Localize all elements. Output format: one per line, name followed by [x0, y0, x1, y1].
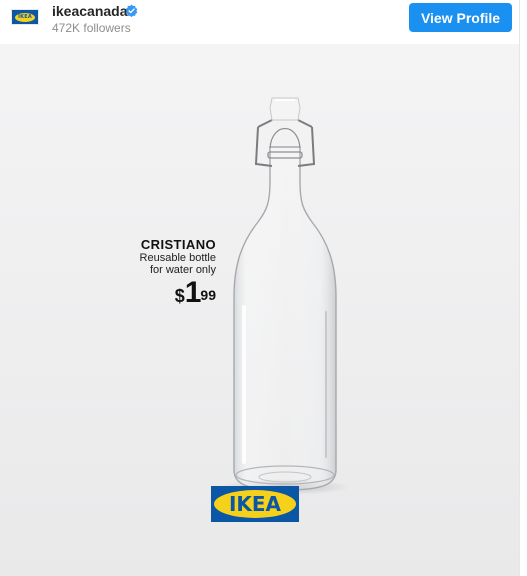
product-name: CRISTIANO — [140, 237, 216, 252]
product-description-line1: Reusable bottle — [139, 252, 216, 264]
price-currency: $ — [174, 286, 185, 306]
avatar-logo-text: IKEA — [18, 14, 32, 20]
follower-count: 472K followers — [52, 21, 131, 35]
product-price: $199 — [120, 276, 216, 312]
product-description-line2: for water only — [149, 264, 216, 276]
account-name[interactable]: ikeacanada — [52, 3, 128, 19]
instagram-embed: IKEA ikeacanada 472K followers View Prof… — [0, 0, 520, 576]
post-header: IKEA ikeacanada 472K followers View Prof… — [0, 0, 519, 44]
view-profile-button[interactable]: View Profile — [409, 3, 512, 32]
avatar[interactable]: IKEA — [11, 9, 39, 25]
verified-badge-icon — [125, 4, 138, 17]
ikea-logo-text: IKEA — [229, 492, 282, 516]
price-main: 1 — [184, 276, 202, 309]
ikea-logo: IKEA — [211, 486, 299, 522]
price-cents: 99 — [200, 287, 216, 303]
glass-bottle-image — [220, 97, 350, 495]
price-tag: CRISTIANO Reusable bottle for water only… — [120, 237, 216, 312]
post-image[interactable]: CRISTIANO Reusable bottle for water only… — [0, 44, 519, 576]
avatar-logo: IKEA — [15, 12, 35, 22]
